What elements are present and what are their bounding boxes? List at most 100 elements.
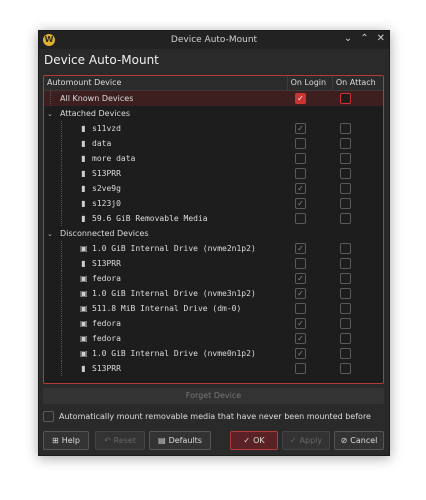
device-label: 1.0 GiB Internal Drive (nvme3n1p2) bbox=[92, 289, 256, 298]
tree-guide-line bbox=[61, 181, 62, 196]
tree-group-row[interactable]: ⌄ Disconnected Devices bbox=[44, 226, 383, 241]
on-attach-checkbox[interactable] bbox=[340, 348, 351, 359]
table-row[interactable]: ▣ 511.8 MiB Internal Drive (dm-0) bbox=[44, 301, 383, 316]
apply-button[interactable]: ✓ Apply bbox=[282, 431, 330, 450]
hdd-icon: ▣ bbox=[80, 289, 88, 298]
expand-toggle-icon[interactable]: ⌄ bbox=[47, 110, 53, 118]
auto-mount-option[interactable]: Automatically mount removable media that… bbox=[43, 411, 371, 422]
forget-device-button[interactable]: Forget Device bbox=[43, 388, 384, 404]
on-login-checkbox[interactable] bbox=[295, 363, 306, 374]
on-attach-checkbox[interactable] bbox=[340, 198, 351, 209]
on-login-checkbox[interactable] bbox=[295, 303, 306, 314]
on-login-checkbox[interactable] bbox=[295, 153, 306, 164]
table-row[interactable]: ▣ fedora ✓ bbox=[44, 271, 383, 286]
title-bar: W Device Auto-Mount ⌄ ⌃ ✕ bbox=[39, 31, 389, 49]
on-attach-checkbox[interactable] bbox=[340, 123, 351, 134]
column-header-on-login[interactable]: On Login bbox=[286, 76, 332, 90]
on-attach-checkbox[interactable] bbox=[340, 183, 351, 194]
on-attach-checkbox[interactable] bbox=[340, 273, 351, 284]
device-label: s2ve9g bbox=[92, 184, 121, 193]
device-tree[interactable]: Automount Device On Login On Attach All … bbox=[43, 75, 384, 384]
on-attach-checkbox[interactable] bbox=[340, 258, 351, 269]
table-header: Automount Device On Login On Attach bbox=[44, 76, 383, 91]
reset-button[interactable]: ↶ Reset bbox=[95, 431, 145, 450]
close-icon[interactable]: ✕ bbox=[377, 33, 385, 44]
on-login-checkbox[interactable] bbox=[295, 258, 306, 269]
tree-guide-line bbox=[61, 241, 62, 256]
table-row[interactable]: ▮ 59.6 GiB Removable Media bbox=[44, 211, 383, 226]
on-attach-checkbox[interactable] bbox=[340, 243, 351, 254]
device-label: data bbox=[92, 139, 112, 148]
on-attach-checkbox[interactable] bbox=[340, 138, 351, 149]
device-label: S13PRR bbox=[92, 364, 121, 373]
table-row[interactable]: ▮ S13PRR bbox=[44, 166, 383, 181]
device-label: fedora bbox=[92, 274, 121, 283]
defaults-button[interactable]: ▤ Defaults bbox=[149, 431, 211, 450]
table-row[interactable]: ▮ s123j0 ✓ bbox=[44, 196, 383, 211]
on-login-checkbox[interactable] bbox=[295, 138, 306, 149]
table-row[interactable]: ▣ 1.0 GiB Internal Drive (nvme2n1p2) ✓ bbox=[44, 241, 383, 256]
device-label: 59.6 GiB Removable Media bbox=[92, 214, 208, 223]
hdd-icon: ▣ bbox=[80, 319, 88, 328]
minimize-icon[interactable]: ⌄ bbox=[344, 33, 352, 44]
device-label: fedora bbox=[92, 319, 121, 328]
device-label: more data bbox=[92, 154, 136, 163]
page-title: Device Auto-Mount bbox=[44, 53, 159, 67]
hdd-icon: ▣ bbox=[80, 274, 88, 283]
table-row[interactable]: ▣ fedora ✓ bbox=[44, 316, 383, 331]
on-attach-checkbox[interactable] bbox=[340, 333, 351, 344]
table-row[interactable]: ▣ fedora ✓ bbox=[44, 331, 383, 346]
tree-group-row[interactable]: ⌄ Attached Devices bbox=[44, 106, 383, 121]
device-label: Disconnected Devices bbox=[60, 229, 149, 238]
on-attach-checkbox[interactable] bbox=[340, 168, 351, 179]
on-login-checkbox[interactable]: ✓ bbox=[295, 243, 306, 254]
tree-guide-line bbox=[61, 256, 62, 271]
on-attach-checkbox[interactable] bbox=[340, 213, 351, 224]
ok-button[interactable]: ✓ OK bbox=[230, 431, 278, 450]
on-login-checkbox[interactable]: ✓ bbox=[295, 93, 306, 104]
hdd-icon: ▣ bbox=[80, 334, 88, 343]
table-row[interactable]: ▣ 1.0 GiB Internal Drive (nvme3n1p2) ✓ bbox=[44, 286, 383, 301]
column-header-on-attach[interactable]: On Attach bbox=[331, 76, 383, 90]
table-row[interactable]: ▮ S13PRR bbox=[44, 256, 383, 271]
on-login-checkbox[interactable]: ✓ bbox=[295, 333, 306, 344]
table-row[interactable]: ▮ S13PRR bbox=[44, 361, 383, 376]
table-row[interactable]: ▮ data bbox=[44, 136, 383, 151]
maximize-icon[interactable]: ⌃ bbox=[360, 33, 368, 44]
on-login-checkbox[interactable]: ✓ bbox=[295, 273, 306, 284]
cancel-button[interactable]: ⊘ Cancel bbox=[334, 431, 384, 450]
hdd-icon: ▣ bbox=[80, 304, 88, 313]
on-attach-checkbox[interactable] bbox=[340, 288, 351, 299]
on-login-checkbox[interactable] bbox=[295, 168, 306, 179]
table-row[interactable]: ▮ more data bbox=[44, 151, 383, 166]
table-row[interactable]: ▮ s2ve9g ✓ bbox=[44, 181, 383, 196]
tree-guide-line bbox=[50, 91, 51, 106]
table-row[interactable]: All Known Devices ✓ bbox=[44, 91, 383, 106]
table-row[interactable]: ▮ s11vzd ✓ bbox=[44, 121, 383, 136]
help-icon: ⊞ bbox=[52, 436, 59, 445]
help-button[interactable]: ⊞ Help bbox=[43, 431, 89, 450]
on-login-checkbox[interactable]: ✓ bbox=[295, 318, 306, 329]
expand-toggle-icon[interactable]: ⌄ bbox=[47, 230, 53, 238]
usb-drive-icon: ▮ bbox=[81, 154, 86, 163]
table-row[interactable]: ▣ 1.0 GiB Internal Drive (nvme0n1p2) ✓ bbox=[44, 346, 383, 361]
column-header-device[interactable]: Automount Device bbox=[44, 76, 287, 90]
cancel-icon: ⊘ bbox=[340, 436, 348, 445]
tree-guide-line bbox=[61, 361, 62, 376]
device-label: s11vzd bbox=[92, 124, 121, 133]
on-login-checkbox[interactable]: ✓ bbox=[295, 348, 306, 359]
tree-guide-line bbox=[61, 271, 62, 286]
on-attach-checkbox[interactable] bbox=[340, 303, 351, 314]
on-attach-checkbox[interactable] bbox=[340, 93, 351, 104]
on-login-checkbox[interactable] bbox=[295, 213, 306, 224]
on-login-checkbox[interactable]: ✓ bbox=[295, 198, 306, 209]
on-login-checkbox[interactable]: ✓ bbox=[295, 183, 306, 194]
dialog-window: W Device Auto-Mount ⌄ ⌃ ✕ Device Auto-Mo… bbox=[38, 30, 390, 456]
on-login-checkbox[interactable]: ✓ bbox=[295, 123, 306, 134]
on-attach-checkbox[interactable] bbox=[340, 318, 351, 329]
on-login-checkbox[interactable]: ✓ bbox=[295, 288, 306, 299]
auto-mount-label: Automatically mount removable media that… bbox=[59, 412, 371, 421]
on-attach-checkbox[interactable] bbox=[340, 153, 351, 164]
auto-mount-checkbox[interactable] bbox=[43, 411, 54, 422]
on-attach-checkbox[interactable] bbox=[340, 363, 351, 374]
